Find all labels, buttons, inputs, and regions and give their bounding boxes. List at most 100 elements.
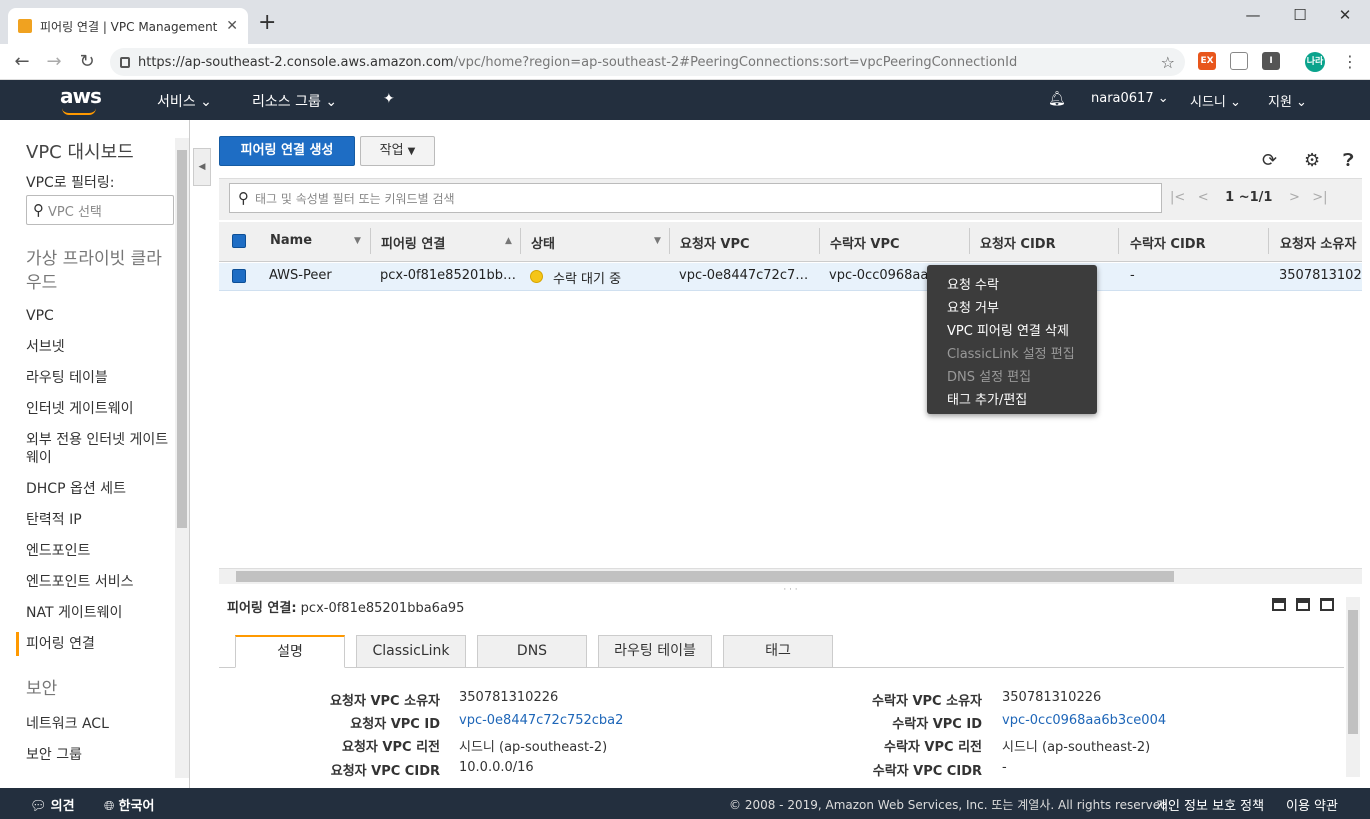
sidebar-item-nat-gateways[interactable]: NAT 게이트웨이 [26,604,176,622]
value-accepter-owner: 350781310226 [1002,690,1102,705]
sort-icon[interactable]: ▼ [654,236,661,246]
extension-ex-icon[interactable]: EX [1198,52,1216,70]
resource-groups-menu[interactable]: 리소스 그룹 ⌄ [252,91,337,111]
new-tab-icon[interactable]: + [258,12,276,34]
sidebar-item-vpc[interactable]: VPC [26,307,176,325]
chevron-down-icon: ⌄ [325,94,338,110]
pane-half-icon[interactable] [1296,598,1310,611]
extension-cast-icon[interactable] [1230,52,1248,70]
sidebar-item-subnets[interactable]: 서브넷 [26,338,176,356]
sort-icon[interactable]: ▼ [354,236,361,246]
pagination: |< < 1 ~1/1 > >| [1170,190,1328,205]
account-menu[interactable]: nara0617 ⌄ [1091,91,1169,106]
next-page-icon[interactable]: > [1289,190,1300,205]
bell-icon[interactable]: 🔔︎ [1048,91,1066,107]
back-icon[interactable]: ← [10,51,34,72]
search-icon: ⚲ [238,189,249,207]
gear-icon[interactable]: ⚙ [1304,150,1320,171]
link-accepter-vpc-id[interactable]: vpc-0cc0968aa6b3ce004 [1002,713,1166,728]
col-peering[interactable]: 피어링 연결 [381,233,445,252]
col-accepter-cidr[interactable]: 수락자 CIDR [1130,233,1206,252]
url-text: https://ap-southeast-2.console.aws.amazo… [138,54,1018,70]
menu-edit-tags[interactable]: 태그 추가/편집 [947,389,1027,408]
services-menu[interactable]: 서비스 ⌄ [157,91,212,111]
aws-logo[interactable]: aws [60,84,102,115]
actions-button[interactable]: 작업 ▼ [360,136,435,166]
pane-splitter[interactable]: · · · [219,586,1362,595]
browser-menu-icon[interactable]: ⋮ [1342,52,1358,71]
create-peering-button[interactable]: 피어링 연결 생성 [219,136,355,166]
reload-icon[interactable]: ↻ [75,51,99,72]
sidebar-item-network-acl[interactable]: 네트워크 ACL [26,715,176,733]
sidebar-item-elastic-ip[interactable]: 탄력적 IP [26,511,176,529]
sidebar-item-dhcp-options[interactable]: DHCP 옵션 세트 [26,480,176,498]
maximize-icon[interactable]: ☐ [1285,6,1315,26]
lock-icon [120,56,130,68]
close-tab-icon[interactable]: ✕ [226,18,238,34]
support-menu[interactable]: 지원 ⌄ [1268,91,1307,110]
pane-max-icon[interactable] [1320,598,1334,611]
pin-icon[interactable]: ✦ [383,91,395,107]
filter-search-input[interactable]: ⚲ 태그 및 속성별 필터 또는 키워드별 검색 [229,183,1162,213]
refresh-icon[interactable]: ⟳ [1262,150,1277,171]
row-checkbox[interactable] [232,269,246,283]
last-page-icon[interactable]: >| [1312,190,1327,205]
bookmark-star-icon[interactable]: ☆ [1161,53,1175,72]
sidebar-item-route-tables[interactable]: 라우팅 테이블 [26,369,176,387]
detail-scroll-thumb[interactable] [1348,610,1358,734]
chevron-down-icon: ⌄ [200,94,212,110]
help-icon[interactable]: ❓︎ [1343,150,1354,171]
forward-icon[interactable]: → [42,51,66,72]
terms-link[interactable]: 이용 약관 [1286,795,1338,814]
value-requester-region: 시드니 (ap-southeast-2) [459,740,608,755]
feedback-button[interactable]: 💬︎ 의견 [30,795,75,814]
col-status[interactable]: 상태 [531,233,555,252]
region-menu[interactable]: 시드니 ⌄ [1190,91,1241,110]
label-accepter-region: 수락자 VPC 리전 [884,740,982,755]
tab-dns[interactable]: DNS [477,635,587,668]
sidebar-scroll-thumb[interactable] [177,150,187,528]
tab-description[interactable]: 설명 [235,635,345,668]
collapse-sidebar-icon[interactable]: ◀ [193,148,211,186]
col-requester-owner[interactable]: 요청자 소유자 [1280,233,1362,252]
table-scroll-thumb[interactable] [236,571,1174,582]
privacy-link[interactable]: 개인 정보 보호 정책 [1156,795,1264,814]
vpc-filter-select[interactable]: ⚲ VPC 선택 [26,195,174,225]
cell-requester-vpc: vpc-0e8447c72c7… [679,268,809,283]
col-requester-vpc[interactable]: 요청자 VPC [680,233,750,252]
sidebar-item-peering-connections[interactable]: 피어링 연결 [26,635,176,653]
value-accepter-region: 시드니 (ap-southeast-2) [1002,740,1151,755]
menu-reject-request[interactable]: 요청 거부 [947,297,999,316]
address-bar[interactable]: https://ap-southeast-2.console.aws.amazo… [110,48,1185,76]
tab-tags[interactable]: 태그 [723,635,833,668]
cell-accepter-cidr: - [1130,268,1135,283]
label-accepter-vpc-id: 수락자 VPC ID [892,717,982,732]
col-name[interactable]: Name [270,233,312,248]
menu-accept-request[interactable]: 요청 수락 [947,274,999,293]
tab-route-tables[interactable]: 라우팅 테이블 [598,635,712,668]
sidebar-item-endpoint-services[interactable]: 엔드포인트 서비스 [26,573,176,591]
minimize-icon[interactable]: — [1238,6,1268,26]
sidebar-item-endpoints[interactable]: 엔드포인트 [26,542,176,560]
close-window-icon[interactable]: ✕ [1330,6,1360,26]
col-accepter-vpc[interactable]: 수락자 VPC [830,233,900,252]
tab-classiclink[interactable]: ClassicLink [356,635,466,668]
sort-asc-icon[interactable]: ▲ [505,236,512,246]
menu-delete-peering[interactable]: VPC 피어링 연결 삭제 [947,320,1069,339]
cell-peering: pcx-0f81e85201bb… [380,268,517,283]
prev-page-icon[interactable]: < [1198,190,1209,205]
col-requester-cidr[interactable]: 요청자 CIDR [980,233,1056,252]
first-page-icon[interactable]: |< [1170,190,1185,205]
pane-min-icon[interactable] [1272,598,1286,611]
extension-i-icon[interactable]: I [1262,52,1280,70]
sidebar-item-internet-gateways[interactable]: 인터넷 게이트웨이 [26,400,176,418]
profile-avatar[interactable]: 나라 [1305,52,1325,72]
sidebar-item-security-groups[interactable]: 보안 그룹 [26,746,176,764]
sidebar-dashboard-link[interactable]: VPC 대시보드 [26,138,134,164]
menu-edit-classiclink: ClassicLink 설정 편집 [947,347,1075,362]
language-button[interactable]: 🌐︎ 한국어 [104,795,154,814]
browser-tab[interactable]: 피어링 연결 | VPC Management ✕ [8,8,248,44]
select-all-checkbox[interactable] [232,234,246,248]
link-requester-vpc-id[interactable]: vpc-0e8447c72c752cba2 [459,713,623,728]
sidebar-item-egress-only-gateways[interactable]: 외부 전용 인터넷 게이트웨이 [26,431,176,467]
